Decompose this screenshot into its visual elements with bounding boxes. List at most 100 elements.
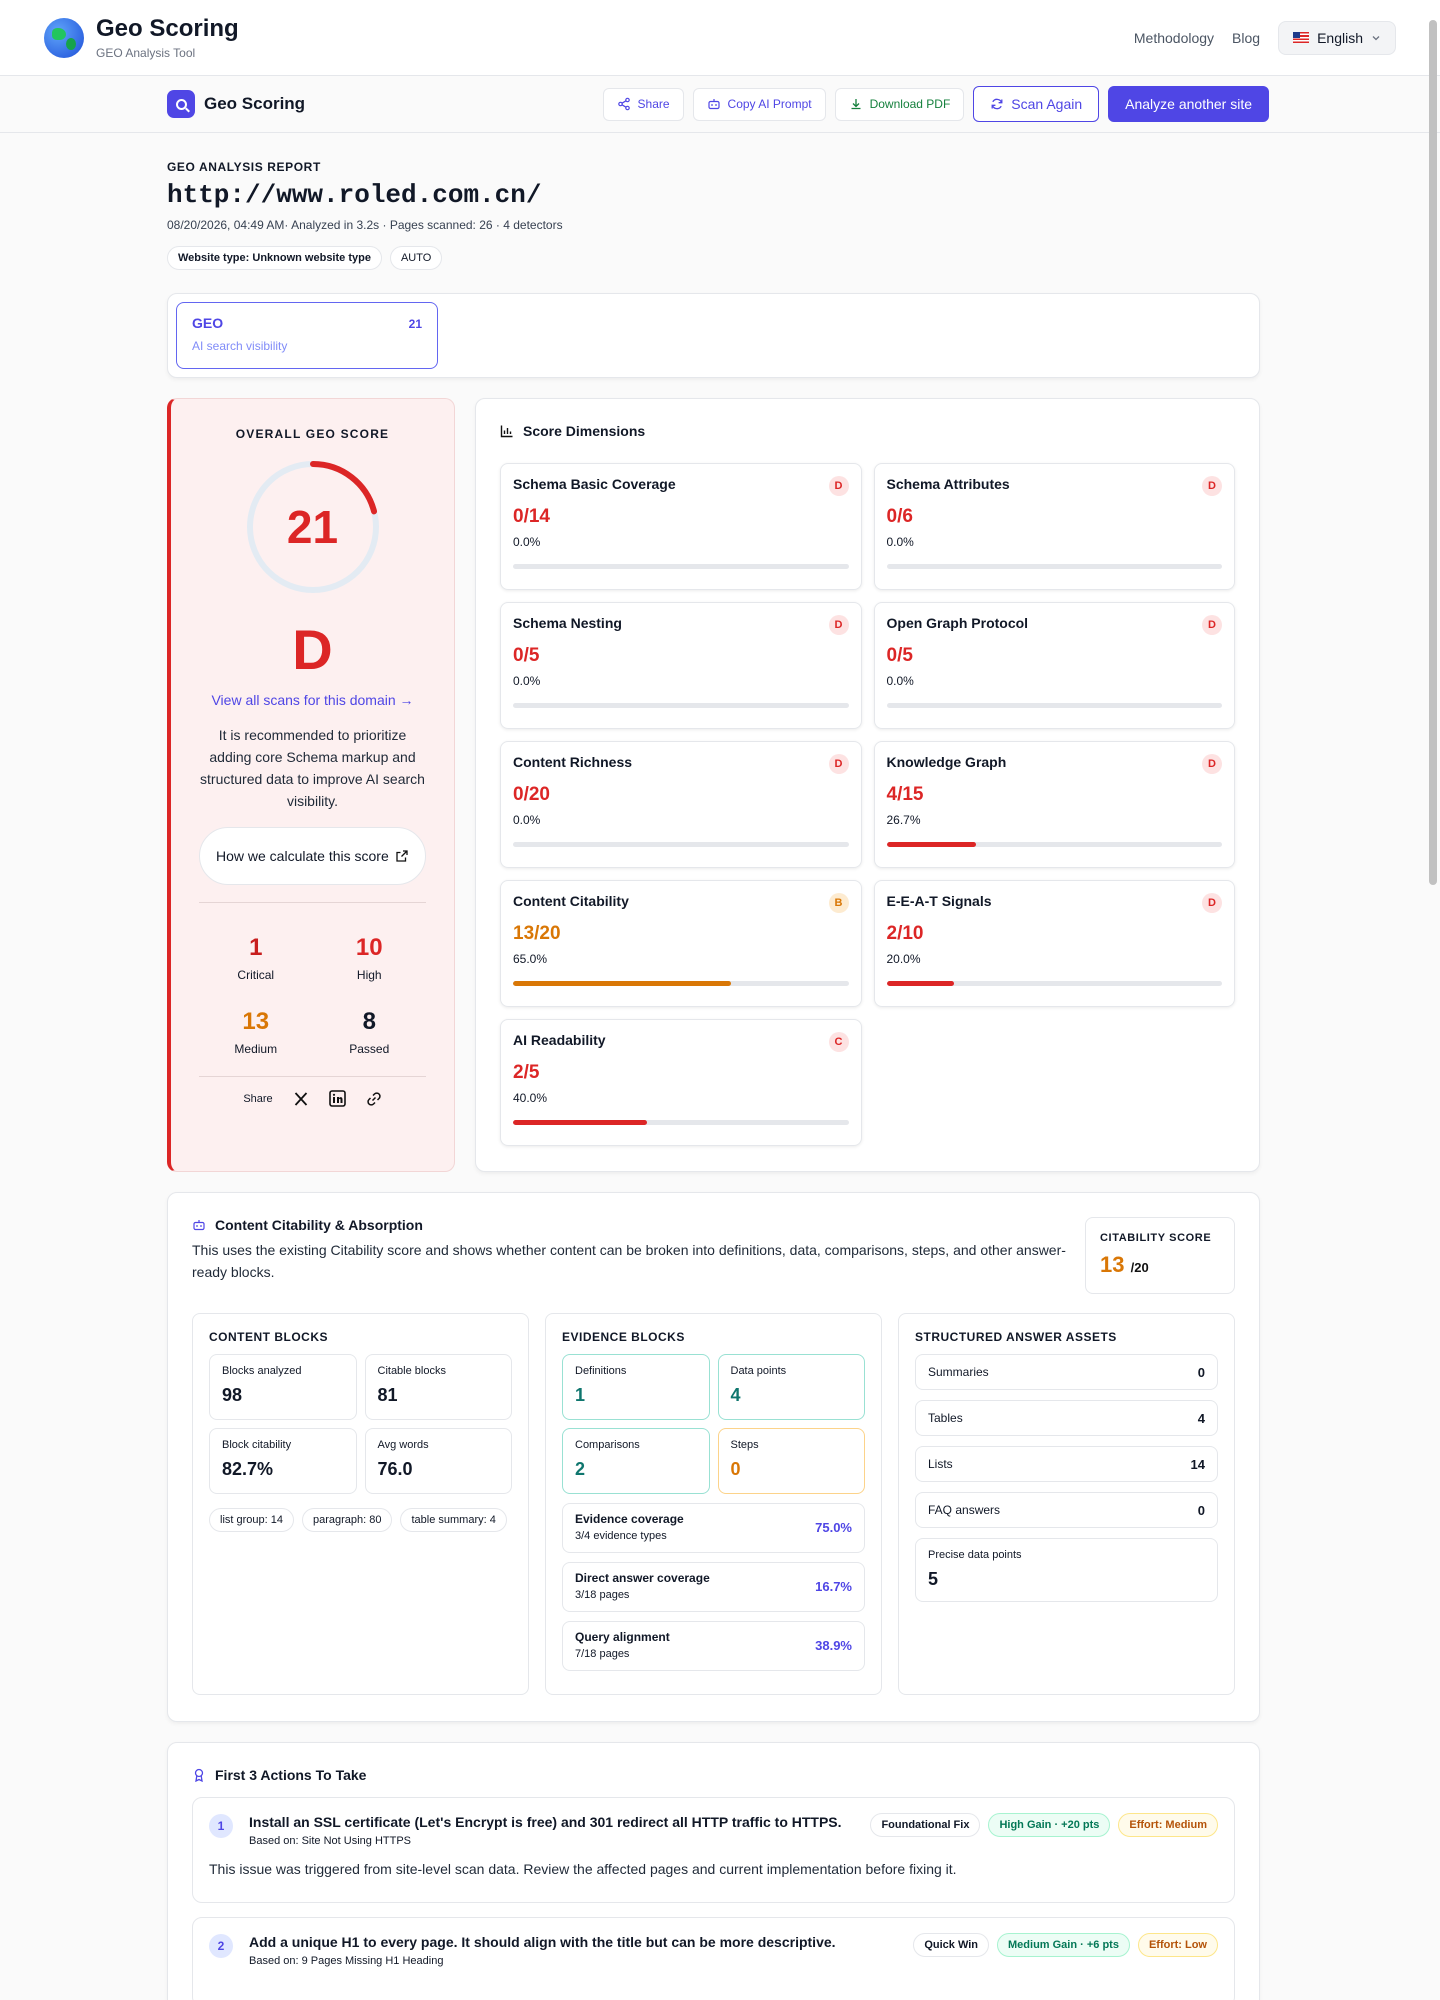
dimension-name: Schema Basic Coverage bbox=[513, 476, 676, 492]
dimension-grade-badge: B bbox=[828, 893, 849, 913]
dimension-name: Schema Attributes bbox=[886, 476, 1010, 492]
scan-again-button[interactable]: Scan Again bbox=[973, 86, 1100, 122]
language-select[interactable]: English bbox=[1278, 20, 1396, 55]
dimension-name: AI Readability bbox=[513, 1032, 606, 1048]
content-blocks-title: CONTENT BLOCKS bbox=[209, 1330, 328, 1344]
app-subtitle: GEO Analysis Tool bbox=[96, 46, 196, 60]
award-icon bbox=[194, 1768, 204, 1782]
dimension-score: 2/5 bbox=[513, 1062, 540, 1083]
top-nav: Methodology Blog English bbox=[1134, 20, 1396, 55]
dimension-score: 4/15 bbox=[886, 784, 924, 805]
dimension-grade-badge: D bbox=[1202, 615, 1222, 635]
block-type-chip: paragraph: 80 bbox=[301, 1508, 393, 1532]
download-icon bbox=[851, 99, 861, 110]
asset-lists: Lists 14 bbox=[915, 1446, 1218, 1482]
dimensions-grid: Schema Basic Coverage D 0/14 0.0% Schema Att… bbox=[500, 463, 1235, 1146]
action-gain-tag: High Gain · +20 pts bbox=[988, 1813, 1111, 1837]
overall-grade: D bbox=[292, 618, 333, 681]
dimension-card: Knowledge Graph D 4/15 26.7% bbox=[873, 741, 1235, 868]
dimension-progress-bar bbox=[513, 842, 849, 847]
share-button[interactable]: Share bbox=[602, 87, 684, 121]
tab-geo-score: 21 bbox=[408, 317, 422, 331]
metric-steps: Steps 0 bbox=[717, 1428, 865, 1494]
analyze-another-button[interactable]: Analyze another site bbox=[1108, 86, 1269, 122]
action-item[interactable]: 1 Install an SSL certificate (Let's Encr… bbox=[192, 1797, 1235, 1903]
language-label: English bbox=[1317, 29, 1363, 46]
dimension-grade-badge: D bbox=[828, 476, 849, 496]
overall-score-card: OVERALL GEO SCORE 21 D View all scans fo… bbox=[167, 398, 455, 1172]
evidence-blocks-title: EVIDENCE BLOCKS bbox=[562, 1330, 685, 1344]
dimension-score: 0/5 bbox=[886, 645, 913, 666]
action-number: 2 bbox=[209, 1934, 233, 1958]
dimension-progress-bar bbox=[513, 703, 849, 708]
stat-critical: 1 Critical bbox=[237, 934, 275, 982]
page-scrollbar[interactable] bbox=[1429, 20, 1437, 885]
overall-score-title: OVERALL GEO SCORE bbox=[235, 427, 390, 441]
us-flag-icon bbox=[1293, 32, 1310, 43]
action-effort-tag: Effort: Medium bbox=[1118, 1813, 1218, 1837]
dimension-progress-bar bbox=[886, 564, 1222, 569]
report-eyebrow: GEO ANALYSIS REPORT bbox=[167, 160, 321, 174]
dimension-name: E-E-A-T Signals bbox=[886, 893, 992, 909]
link-icon[interactable] bbox=[366, 1091, 382, 1107]
dimension-percent: 0.0% bbox=[513, 674, 541, 688]
dimension-percent: 65.0% bbox=[513, 952, 548, 966]
issue-stats: 1 Critical 10 High 13 Medium 8 Passed bbox=[199, 934, 426, 1056]
dimension-progress-bar bbox=[886, 981, 1222, 986]
content-blocks-panel: CONTENT BLOCKS Blocks analyzed 98 Citable… bbox=[192, 1313, 529, 1695]
action-type-tag: Quick Win bbox=[913, 1933, 990, 1957]
metric-citable-blocks: Citable blocks 81 bbox=[364, 1354, 512, 1420]
block-type-chip: table summary: 4 bbox=[400, 1508, 507, 1532]
dimension-percent: 0.0% bbox=[513, 813, 541, 827]
dimension-grade-badge: D bbox=[1202, 476, 1222, 496]
action-item[interactable]: 2 Add a unique H1 to every page. It shou… bbox=[192, 1917, 1235, 2000]
dimension-percent: 40.0% bbox=[513, 1091, 548, 1105]
linkedin-icon[interactable] bbox=[328, 1090, 346, 1107]
direct-answer-coverage-row: Direct answer coverage 3/18 pages 16.7% bbox=[562, 1562, 865, 1612]
how-we-calculate-button[interactable]: How we calculate this score bbox=[199, 827, 426, 885]
action-number: 1 bbox=[209, 1814, 233, 1838]
dimension-progress-bar bbox=[886, 703, 1222, 708]
dimension-name: Content Citability bbox=[513, 893, 629, 909]
citability-card: Content Citability & Absorption This use… bbox=[167, 1192, 1260, 1722]
top-header: Geo Scoring GEO Analysis Tool Methodolog… bbox=[0, 0, 1440, 76]
dimension-name: Content Richness bbox=[513, 754, 633, 770]
citability-score-value: 13 bbox=[1100, 1252, 1125, 1277]
share-label: Share bbox=[637, 97, 670, 111]
dimension-score: 0/20 bbox=[513, 784, 550, 805]
citability-desc: This uses the existing Citability score … bbox=[192, 1242, 1066, 1280]
website-type-pill: Website type: Unknown website type bbox=[167, 246, 382, 270]
dimension-progress-bar bbox=[513, 981, 849, 986]
view-all-scans-link[interactable]: View all scans for this domain → bbox=[199, 692, 426, 708]
share-text: Share bbox=[243, 1092, 273, 1105]
bar-chart-icon bbox=[500, 425, 513, 438]
metric-block-citability: Block citability 82.7% bbox=[209, 1428, 357, 1494]
structured-assets-title: STRUCTURED ANSWER ASSETS bbox=[915, 1330, 1117, 1344]
chevron-down-icon bbox=[1372, 35, 1380, 40]
metric-definitions: Definitions 1 bbox=[562, 1354, 710, 1420]
app-name: Geo Scoring bbox=[96, 15, 239, 42]
stat-passed: 8 Passed bbox=[349, 1008, 390, 1056]
report-toolbar: Geo Scoring Share Copy AI Prompt Downloa… bbox=[0, 76, 1440, 133]
how-we-calculate-label: How we calculate this score bbox=[216, 847, 389, 864]
dimension-name: Schema Nesting bbox=[513, 615, 622, 631]
copy-ai-prompt-button[interactable]: Copy AI Prompt bbox=[692, 87, 826, 121]
nav-blog[interactable]: Blog bbox=[1232, 30, 1260, 46]
dimension-card: Schema Attributes D 0/6 0.0% bbox=[873, 463, 1235, 590]
dimension-percent: 0.0% bbox=[513, 535, 541, 549]
report-meta: 08/20/2026, 04:49 AM· Analyzed in 3.2s ·… bbox=[167, 218, 563, 232]
stat-medium: 13 Medium bbox=[234, 1008, 278, 1056]
mode-pill: AUTO bbox=[389, 246, 443, 270]
brand[interactable]: Geo Scoring GEO Analysis Tool bbox=[96, 15, 239, 60]
action-gain-tag: Medium Gain · +6 pts bbox=[997, 1933, 1130, 1957]
citability-score-label: CITABILITY SCORE bbox=[1100, 1232, 1212, 1244]
asset-tables: Tables 4 bbox=[915, 1400, 1218, 1436]
nav-methodology[interactable]: Methodology bbox=[1134, 30, 1214, 46]
dimension-card: Open Graph Protocol D 0/5 0.0% bbox=[873, 602, 1235, 729]
social-share: Share bbox=[199, 1090, 426, 1107]
x-twitter-icon[interactable] bbox=[293, 1091, 309, 1107]
score-dimensions-card: Score Dimensions Schema Basic Coverage D 0… bbox=[475, 398, 1260, 1172]
copy-ai-prompt-label: Copy AI Prompt bbox=[727, 97, 812, 111]
tab-geo[interactable]: GEO 21 AI search visibility bbox=[176, 302, 438, 369]
download-pdf-button[interactable]: Download PDF bbox=[834, 87, 965, 121]
